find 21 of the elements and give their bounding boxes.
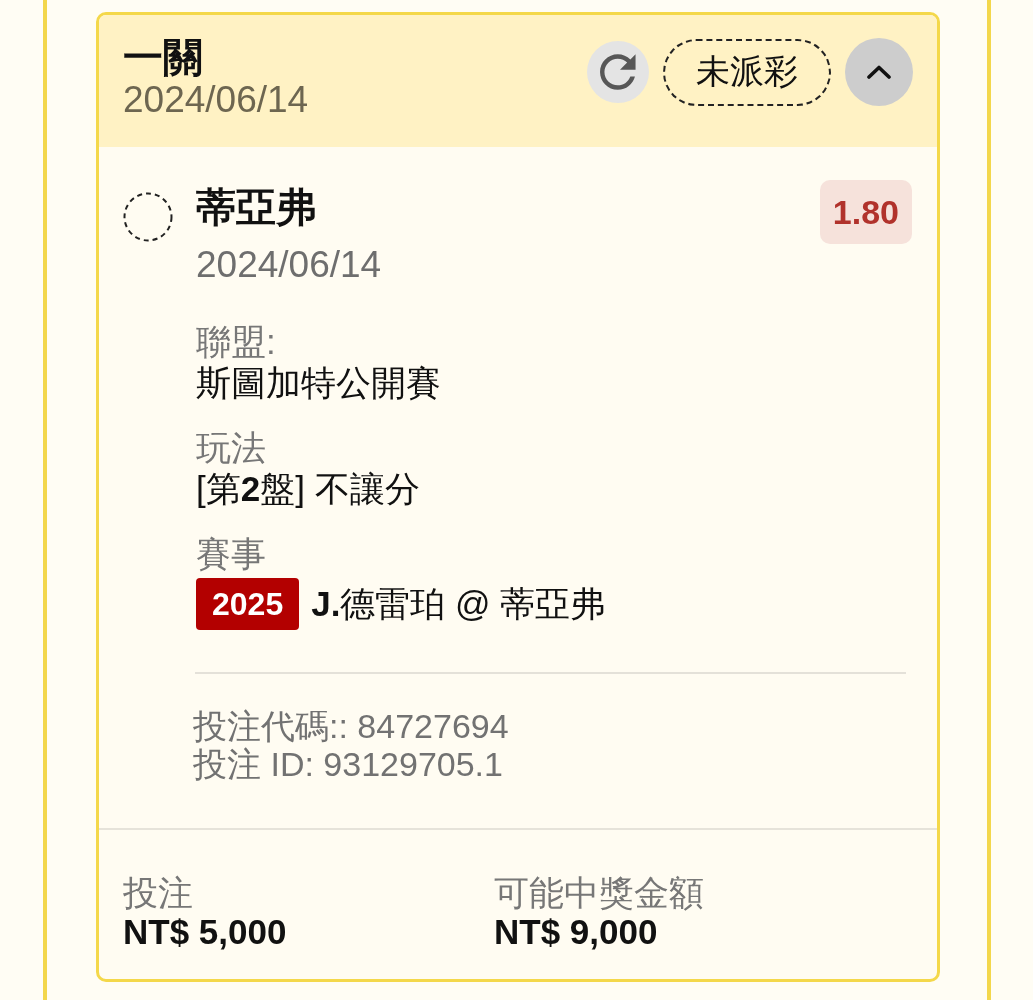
summary-label: 投注 [123, 874, 193, 912]
refresh-icon [600, 54, 636, 90]
selection-name: 蒂亞弗 [196, 184, 316, 230]
summary-label: 可能中獎金額 [494, 874, 704, 912]
bet-reference: 投注代碼:: 84727694 [193, 707, 509, 745]
status-badge: 未派彩 [663, 38, 831, 106]
bet-reference: 投注 ID: 93129705.1 [193, 745, 503, 783]
event-tag: 2025 [196, 578, 300, 630]
field-value: 斯圖加特公開賽 [196, 362, 441, 404]
summary-value: NT$ 9,000 [494, 912, 658, 952]
leg-date: 2024/06/14 [196, 244, 382, 286]
event-teams: J.德雷珀 @ 蒂亞弗 [311, 583, 606, 625]
field-label: 聯盟: [196, 322, 276, 362]
field-label: 玩法 [196, 428, 266, 468]
odds-badge: 1.80 [819, 180, 912, 244]
bet-date: 2024/06/14 [123, 79, 309, 121]
chevron-up-icon [867, 65, 891, 79]
bet-title: 一關 [123, 35, 203, 79]
field-value: [第2盤] 不讓分 [196, 468, 420, 510]
summary-value: NT$ 5,000 [123, 912, 287, 952]
field-label: 賽事 [196, 534, 266, 574]
